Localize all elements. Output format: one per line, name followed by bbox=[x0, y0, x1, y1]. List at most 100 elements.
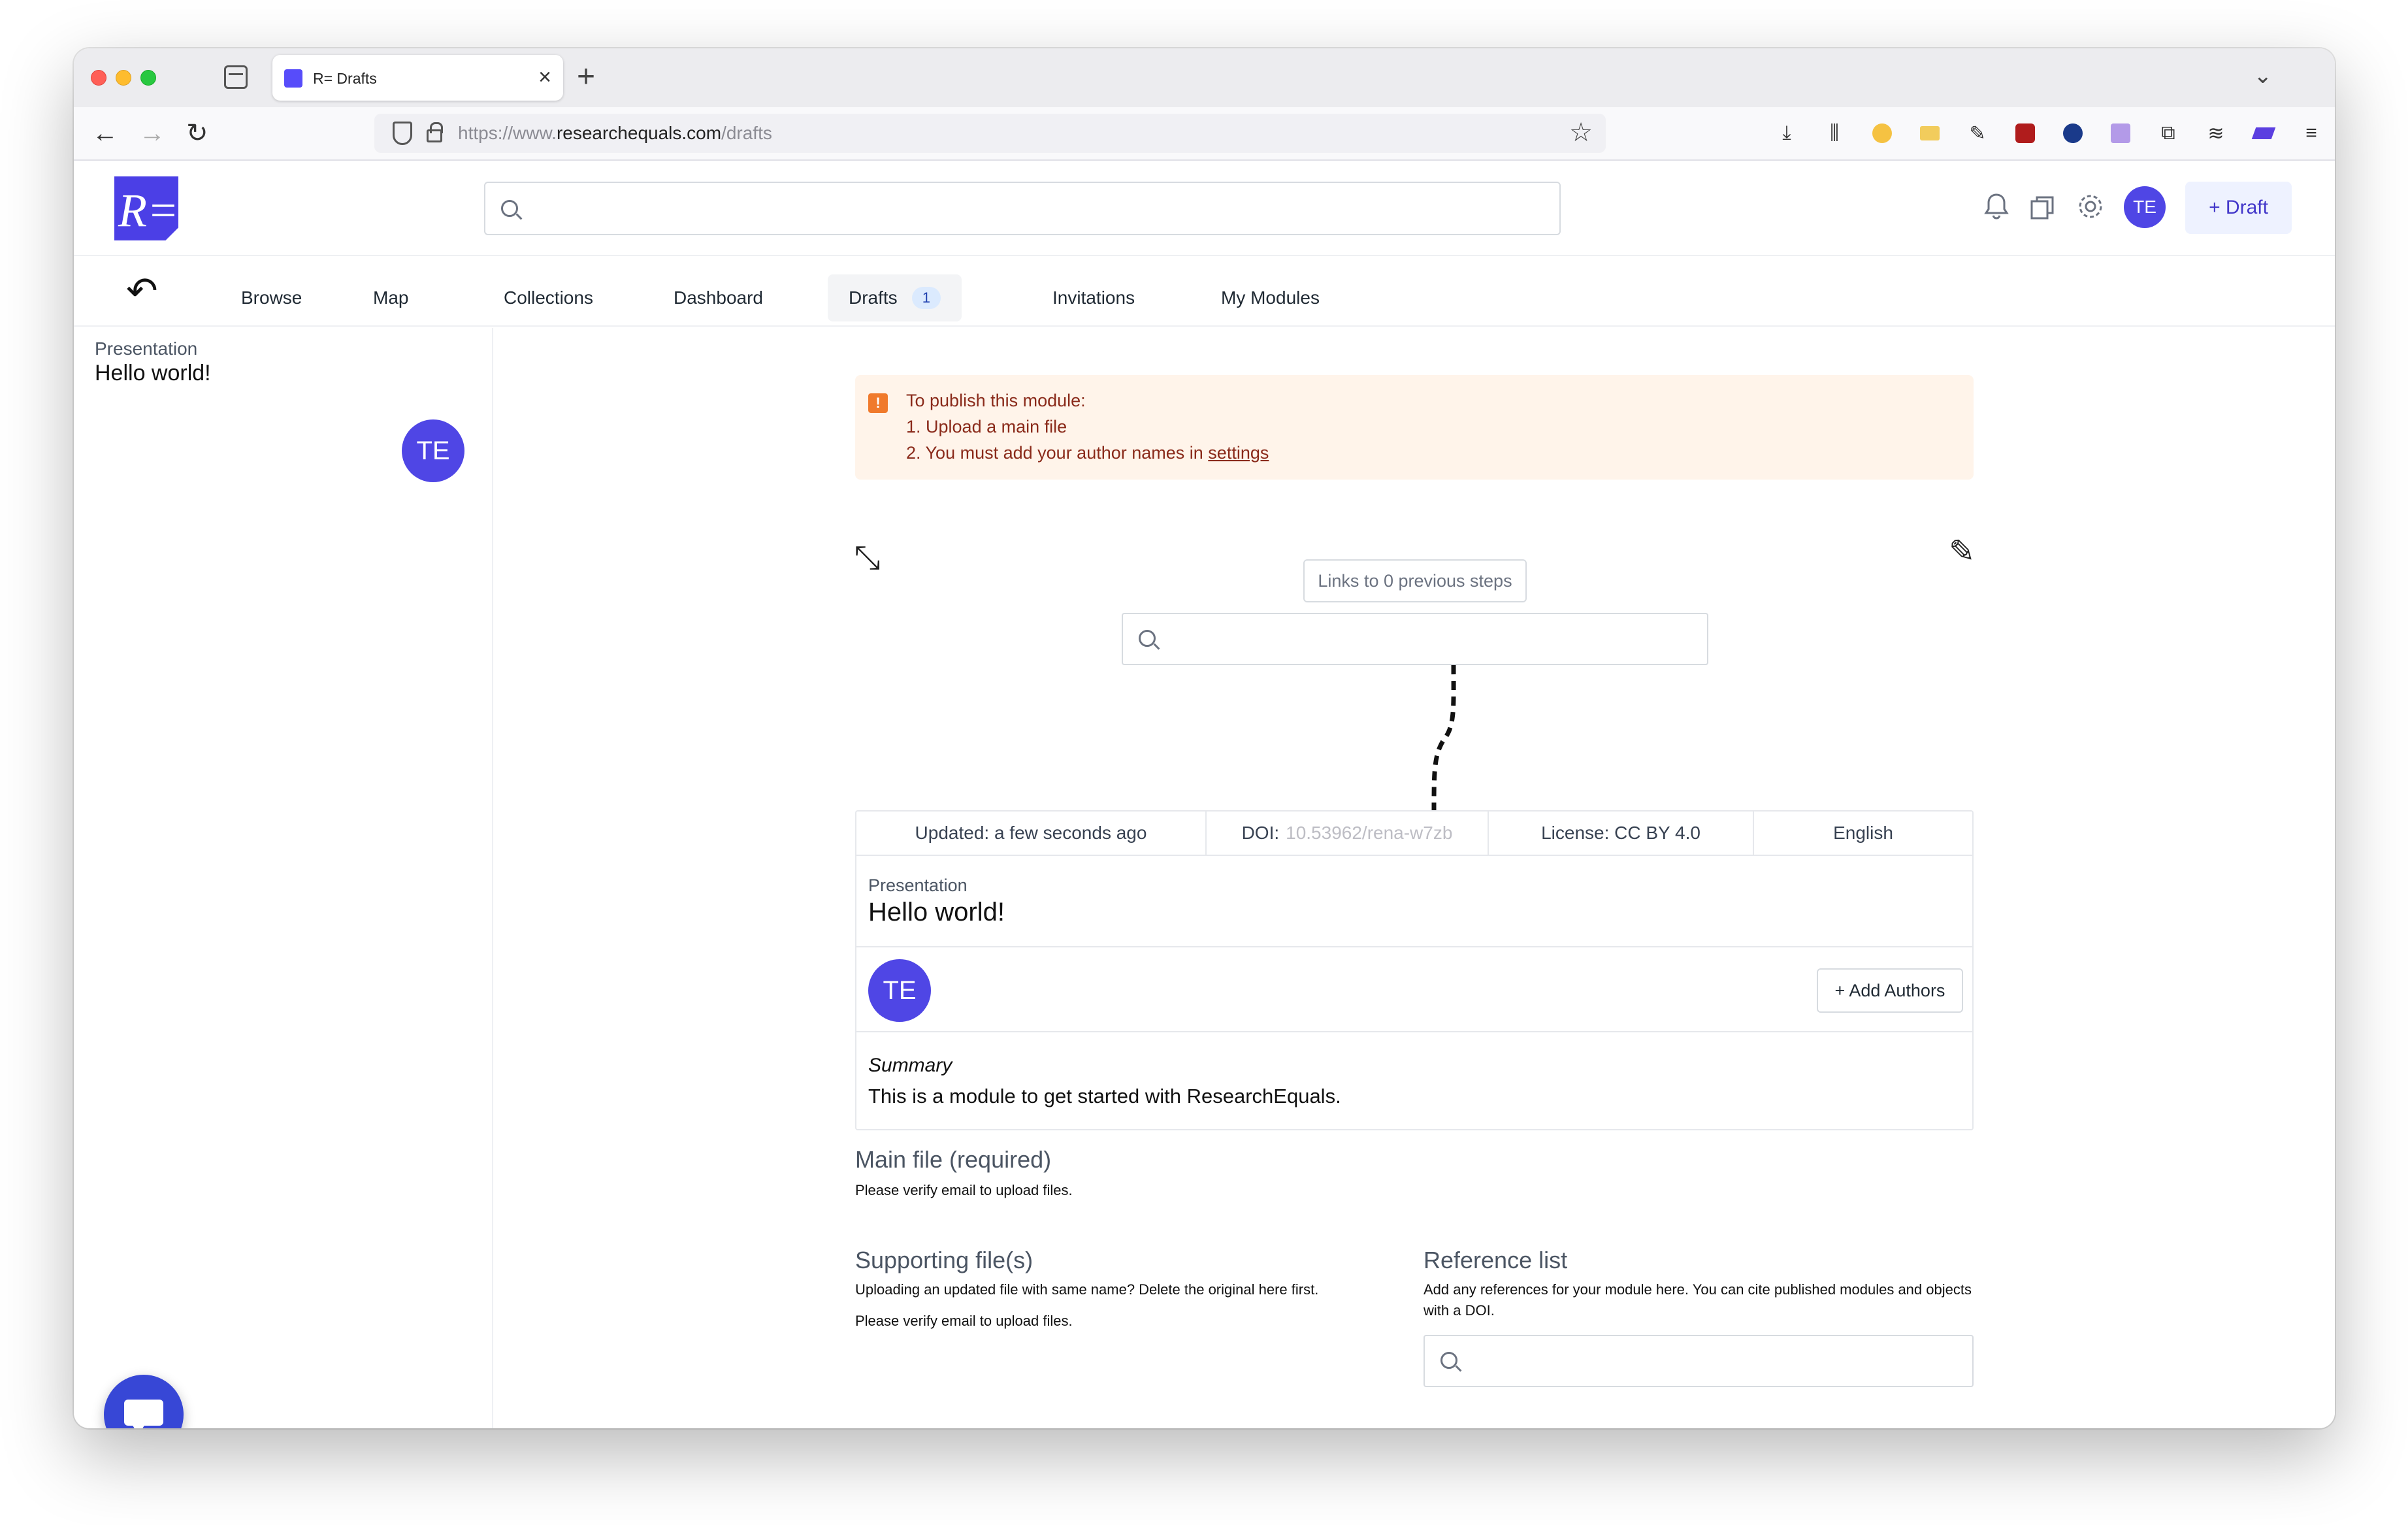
alert-step-2: 2. You must add your author names in set… bbox=[906, 443, 1269, 463]
warning-icon: ! bbox=[868, 393, 888, 413]
close-tab-icon[interactable]: × bbox=[538, 64, 551, 90]
alert-step-1: 1. Upload a main file bbox=[906, 417, 1067, 436]
drafts-count-badge: 1 bbox=[911, 287, 941, 309]
url-text[interactable]: https://www.researchequals.com/drafts bbox=[458, 123, 772, 144]
favicon-icon bbox=[284, 69, 302, 88]
tab-drafts-label: Drafts bbox=[849, 287, 898, 308]
alert-step-2-text: 2. You must add your author names in bbox=[906, 443, 1209, 463]
module-card: Updated: a few seconds ago DOI: 10.53962/… bbox=[855, 810, 1974, 1130]
module-link-connector bbox=[1431, 665, 1456, 812]
author-avatar[interactable]: TE bbox=[868, 959, 931, 1022]
bookmark-star-icon[interactable]: ☆ bbox=[1569, 118, 1593, 148]
doi-label: DOI: bbox=[1241, 823, 1280, 843]
search-input[interactable] bbox=[484, 182, 1561, 235]
undo-back-icon[interactable]: ↶ bbox=[126, 272, 158, 311]
search-icon bbox=[1139, 630, 1156, 647]
language-cell[interactable]: English bbox=[1754, 812, 1972, 855]
main-file-note: Please verify email to upload files. bbox=[855, 1182, 1073, 1198]
draft-author-avatar: TE bbox=[402, 419, 464, 482]
chat-support-button[interactable] bbox=[104, 1375, 184, 1428]
close-window-button[interactable] bbox=[91, 70, 106, 86]
url-host: researchequals.com bbox=[556, 123, 722, 143]
search-icon bbox=[1440, 1352, 1457, 1369]
globe-extension-icon[interactable] bbox=[2058, 119, 2087, 148]
notification-extension-icon[interactable] bbox=[2106, 119, 2135, 148]
new-draft-button[interactable]: + Draft bbox=[2185, 182, 2292, 234]
tab-my-modules[interactable]: My Modules bbox=[1200, 274, 1341, 321]
license-cell[interactable]: License: CC BY 4.0 bbox=[1489, 812, 1754, 855]
reference-list-note: Add any references for your module here.… bbox=[1424, 1281, 1972, 1319]
tab-collections[interactable]: Collections bbox=[483, 274, 614, 321]
shield-icon[interactable] bbox=[393, 122, 412, 145]
supporting-files-note: Uploading an updated file with same name… bbox=[855, 1281, 1319, 1298]
tab-drafts[interactable]: Drafts 1 bbox=[828, 274, 962, 321]
module-type[interactable]: Presentation bbox=[868, 876, 968, 896]
bird-extension-icon[interactable]: ✎ bbox=[1963, 119, 1992, 148]
minimize-window-button[interactable] bbox=[116, 70, 131, 86]
url-prefix: https://www. bbox=[458, 123, 557, 143]
menu-icon[interactable]: ≡ bbox=[2297, 119, 2326, 148]
folder-extension-icon[interactable] bbox=[1915, 119, 1944, 148]
bell-icon[interactable] bbox=[1980, 190, 2013, 223]
forward-arrow-icon[interactable]: → bbox=[139, 115, 165, 152]
chevron-down-icon[interactable]: ⌄ bbox=[2254, 63, 2273, 89]
ublock-extension-icon[interactable] bbox=[2011, 119, 2040, 148]
collections-icon[interactable] bbox=[2027, 190, 2060, 223]
chat-icon bbox=[124, 1400, 163, 1428]
reference-search-input[interactable] bbox=[1424, 1335, 1974, 1387]
drafts-sidebar: Presentation Hello world! TE bbox=[74, 328, 493, 1428]
tab-title: R= Drafts bbox=[313, 70, 377, 87]
summary-text[interactable]: This is a module to get started with Res… bbox=[868, 1085, 1341, 1108]
emoji-extension-icon[interactable] bbox=[1868, 119, 1896, 148]
summary-label: Summary bbox=[868, 1055, 952, 1076]
url-path: /drafts bbox=[721, 123, 772, 143]
add-authors-button[interactable]: + Add Authors bbox=[1817, 968, 1963, 1013]
dashboard-nav: ↶ Browse Map Collections Dashboard Draft… bbox=[74, 256, 2335, 327]
authors-row: TE + Add Authors bbox=[856, 946, 1972, 1032]
pencil-edit-icon[interactable]: ✎ bbox=[1949, 536, 1975, 568]
publish-requirements-alert: ! To publish this module: 1. Upload a ma… bbox=[855, 375, 1974, 480]
stack-extension-icon[interactable]: ≋ bbox=[2202, 119, 2230, 148]
page-content: R= TE + Draft ↶ Browse Map Collections D… bbox=[74, 161, 2335, 1428]
draft-item-type[interactable]: Presentation bbox=[95, 338, 197, 359]
lock-icon[interactable] bbox=[427, 122, 443, 142]
browser-tab-drafts[interactable]: R= Drafts × bbox=[272, 55, 563, 101]
address-bar[interactable]: https://www.researchequals.com/drafts ☆ bbox=[374, 114, 1606, 153]
main-file-heading: Main file (required) bbox=[855, 1146, 1052, 1173]
reference-list-heading: Reference list bbox=[1424, 1247, 1568, 1273]
module-title[interactable]: Hello world! bbox=[868, 898, 1005, 927]
tab-invitations[interactable]: Invitations bbox=[1032, 274, 1156, 321]
reload-icon[interactable]: ↻ bbox=[186, 115, 208, 152]
draft-item-title[interactable]: Hello world! bbox=[95, 361, 211, 386]
tab-browse[interactable]: Browse bbox=[220, 274, 323, 321]
supporting-files-verify-note: Please verify email to upload files. bbox=[855, 1313, 1073, 1329]
supporting-files-heading: Supporting file(s) bbox=[855, 1247, 1033, 1273]
new-tab-button[interactable]: + bbox=[577, 59, 595, 95]
user-avatar[interactable]: TE bbox=[2124, 186, 2166, 228]
library-icon[interactable]: ⫼ bbox=[1820, 119, 1849, 148]
back-arrow-icon[interactable]: ← bbox=[92, 115, 118, 152]
module-metadata-row: Updated: a few seconds ago DOI: 10.53962/… bbox=[856, 812, 1972, 856]
eraser-extension-icon[interactable] bbox=[2249, 119, 2278, 148]
download-icon[interactable]: ⤓ bbox=[1772, 119, 1801, 148]
browser-toolbar: ← → ↻ https://www.researchequals.com/dra… bbox=[74, 107, 2335, 161]
search-icon bbox=[501, 200, 518, 217]
tab-overview-icon[interactable] bbox=[224, 65, 248, 89]
extension-toolbar: ⤓ ⫼ ✎ ⧉ ≋ ≡ bbox=[1772, 115, 2326, 152]
settings-link[interactable]: settings bbox=[1208, 443, 1269, 463]
link-search-input[interactable] bbox=[1122, 613, 1708, 665]
tab-map[interactable]: Map bbox=[352, 274, 429, 321]
browser-window: R= Drafts × + ⌄ ← → ↻ https://www.resear… bbox=[74, 48, 2335, 1428]
tab-dashboard[interactable]: Dashboard bbox=[653, 274, 784, 321]
alert-heading: To publish this module: bbox=[906, 391, 1086, 410]
researchequals-logo[interactable]: R= bbox=[114, 176, 178, 240]
browser-tab-strip: R= Drafts × + ⌄ bbox=[74, 48, 2335, 107]
puzzle-extensions-icon[interactable]: ⧉ bbox=[2154, 119, 2183, 148]
updated-time: Updated: a few seconds ago bbox=[856, 812, 1207, 855]
doi-cell: DOI: 10.53962/rena-w7zb bbox=[1207, 812, 1489, 855]
gear-icon[interactable] bbox=[2074, 190, 2107, 223]
previous-steps-label: Links to 0 previous steps bbox=[1303, 559, 1527, 602]
doi-value[interactable]: 10.53962/rena-w7zb bbox=[1286, 823, 1452, 844]
expand-icon[interactable]: ⤢ bbox=[850, 544, 887, 570]
zoom-window-button[interactable] bbox=[140, 70, 156, 86]
